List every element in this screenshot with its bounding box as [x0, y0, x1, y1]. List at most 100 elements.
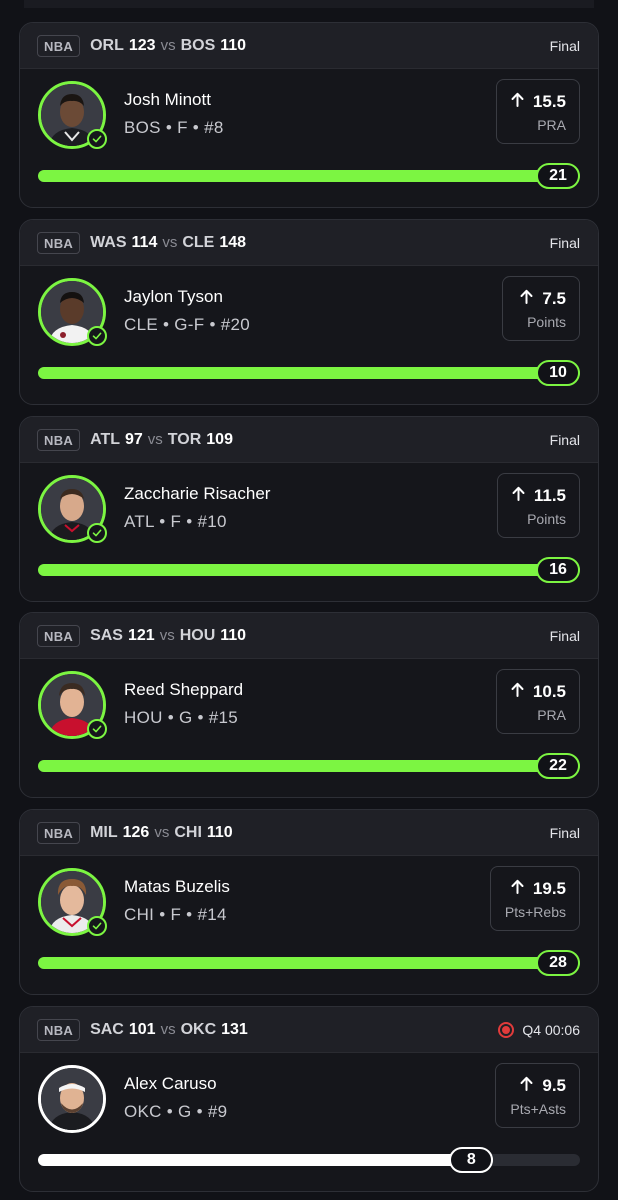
vs-label: vs [160, 1020, 176, 1038]
game-status-text: Final [549, 431, 580, 448]
prop-line-box[interactable]: 11.5 Points [496, 473, 580, 538]
game-status-text: Final [549, 627, 580, 644]
line-value: 9.5 [542, 1076, 566, 1095]
prop-line-box[interactable]: 7.5 Points [502, 276, 580, 341]
prop-card[interactable]: NBA ATL 97 vs TOR 109 Final Zaccharie Ri… [19, 416, 599, 602]
check-circle-icon [87, 129, 107, 149]
line-value: 10.5 [532, 682, 566, 701]
check-circle-icon [87, 326, 107, 346]
game-status: Final [550, 825, 580, 841]
player-avatar[interactable] [38, 1065, 106, 1133]
prop-card[interactable]: NBA SAS 121 vs HOU 110 Final Reed Sheppa… [19, 612, 599, 798]
line-value: 7.5 [542, 289, 566, 308]
player-avatar[interactable] [38, 278, 107, 346]
home-score: 109 [206, 430, 233, 448]
away-team: ORL [90, 36, 124, 54]
home-team: OKC [180, 1020, 217, 1038]
player-name[interactable]: Alex Caruso [124, 1074, 217, 1094]
arrow-up-icon [511, 879, 524, 899]
prop-card[interactable]: NBA ORL 123 vs BOS 110 Final Josh Minott… [19, 22, 599, 208]
actual-value-pill: 28 [536, 950, 580, 976]
player-name[interactable]: Reed Sheppard [124, 680, 243, 700]
matchup: WAS 114 vs CLE 148 [90, 234, 246, 252]
home-score: 131 [221, 1020, 248, 1038]
player-avatar[interactable] [38, 81, 107, 149]
arrow-up-icon [512, 486, 525, 506]
prop-line-box[interactable]: 15.5 PRA [495, 79, 580, 144]
progress-track: 10 [38, 360, 580, 386]
actual-value-pill: 22 [536, 753, 580, 779]
player-name[interactable]: Josh Minott [124, 90, 211, 110]
live-record-icon [498, 1021, 515, 1038]
progress-fill [38, 1154, 494, 1166]
arrow-up-icon [520, 289, 533, 309]
actual-value-pill: 21 [536, 163, 580, 189]
matchup: SAS 121 vs HOU 110 [90, 627, 246, 645]
progress-fill [38, 957, 580, 969]
away-score: 97 [125, 430, 143, 448]
vs-label: vs [154, 823, 170, 841]
matchup: MIL 126 vs CHI 110 [90, 824, 233, 842]
game-status-text: Final [549, 234, 580, 251]
league-badge: NBA [37, 231, 81, 254]
game-status: Q4 00:06 [498, 1021, 580, 1038]
player-name[interactable]: Zaccharie Risacher [124, 484, 270, 504]
line-stat: PRA [537, 707, 566, 723]
game-status-text: Final [549, 824, 580, 841]
home-team: CLE [182, 233, 215, 251]
game-status-text: Q4 00:06 [522, 1021, 580, 1038]
progress-track: 21 [38, 163, 580, 189]
player-name[interactable]: Matas Buzelis [124, 877, 230, 897]
vs-label: vs [160, 36, 176, 54]
game-status: Final [550, 38, 580, 54]
home-team: HOU [179, 626, 216, 644]
actual-value-pill: 8 [449, 1147, 494, 1173]
game-status-text: Final [549, 37, 580, 54]
prop-card[interactable]: NBA SAC 101 vs OKC 131 Q4 00:06 Alex Car… [19, 1006, 599, 1192]
player-avatar[interactable] [38, 868, 107, 936]
player-info: HOU • G • #15 [124, 708, 239, 727]
line-stat: Pts+Rebs [504, 904, 566, 920]
card-header: NBA SAC 101 vs OKC 131 Q4 00:06 [20, 1007, 598, 1053]
player-avatar[interactable] [38, 475, 107, 543]
prop-card[interactable]: NBA MIL 126 vs CHI 110 Final Matas Buzel… [19, 809, 599, 995]
home-score: 110 [220, 626, 247, 644]
league-badge: NBA [37, 428, 81, 451]
away-team: SAC [90, 1020, 124, 1038]
card-header: NBA ORL 123 vs BOS 110 Final [20, 23, 598, 69]
actual-value-pill: 10 [536, 360, 580, 386]
avatar [38, 1065, 106, 1133]
top-edge [0, 0, 618, 8]
player-info: CLE • G-F • #20 [124, 315, 250, 334]
prop-line-box[interactable]: 19.5 Pts+Rebs [489, 866, 580, 931]
prop-line-box[interactable]: 10.5 PRA [495, 669, 580, 734]
card-header: NBA MIL 126 vs CHI 110 Final [20, 810, 598, 856]
line-value-row: 15.5 [511, 92, 566, 112]
progress-fill [38, 564, 580, 576]
vs-label: vs [147, 430, 163, 448]
prop-card[interactable]: NBA WAS 114 vs CLE 148 Final Jaylon Tyso… [19, 219, 599, 405]
game-status: Final [550, 628, 580, 644]
line-value-row: 11.5 [512, 486, 566, 506]
home-team: CHI [174, 823, 202, 841]
player-avatar[interactable] [38, 671, 107, 739]
line-stat: Points [527, 314, 566, 330]
away-score: 114 [131, 233, 158, 251]
vs-label: vs [162, 233, 178, 251]
away-team: MIL [90, 823, 118, 841]
line-stat: PRA [537, 117, 566, 133]
home-score: 110 [220, 36, 247, 54]
prop-line-box[interactable]: 9.5 Pts+Asts [495, 1063, 580, 1128]
away-score: 126 [122, 823, 150, 841]
game-status: Final [550, 235, 580, 251]
card-header: NBA SAS 121 vs HOU 110 Final [20, 613, 598, 659]
progress-track: 8 [38, 1147, 580, 1173]
arrow-up-icon [511, 92, 524, 112]
home-score: 148 [219, 233, 247, 251]
player-name[interactable]: Jaylon Tyson [124, 287, 223, 307]
line-stat: Pts+Asts [510, 1101, 566, 1117]
vs-label: vs [159, 626, 175, 644]
line-value: 19.5 [532, 879, 566, 898]
away-team: ATL [90, 430, 120, 448]
progress-fill [38, 367, 580, 379]
